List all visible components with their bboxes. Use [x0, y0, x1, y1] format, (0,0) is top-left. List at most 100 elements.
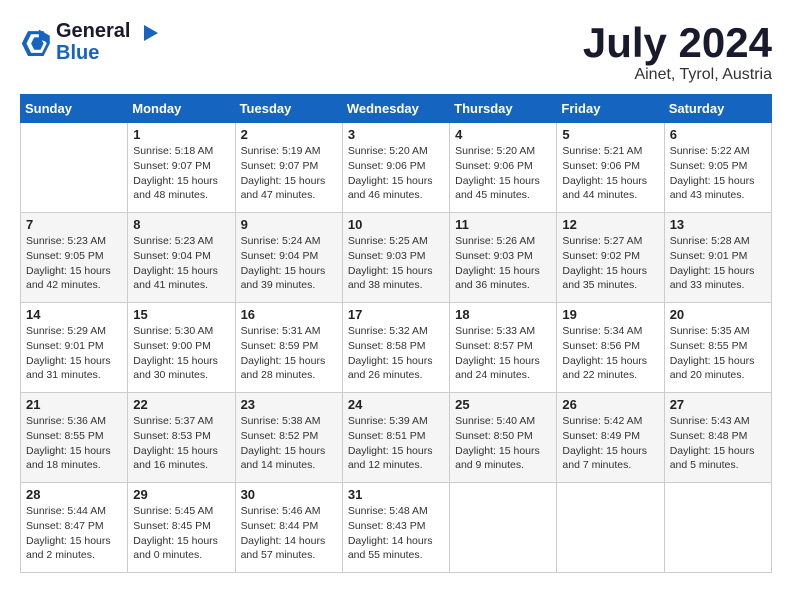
day-info: Sunrise: 5:27 AMSunset: 9:02 PMDaylight:…	[562, 234, 658, 293]
calendar-cell: 1Sunrise: 5:18 AMSunset: 9:07 PMDaylight…	[128, 123, 235, 213]
day-info: Sunrise: 5:45 AMSunset: 8:45 PMDaylight:…	[133, 504, 229, 563]
calendar-cell: 2 Sunrise: 5:19 AMSunset: 9:07 PMDaylight…	[235, 123, 342, 213]
header-friday: Friday	[557, 95, 664, 123]
day-number: 6	[670, 127, 766, 142]
day-info: Sunrise: 5:19 AMSunset: 9:07 PMDaylight:…	[241, 144, 337, 203]
week-row-4: 21 Sunrise: 5:36 AMSunset: 8:55 PMDayligh…	[21, 393, 772, 483]
calendar-cell: 30Sunrise: 5:46 AMSunset: 8:44 PMDayligh…	[235, 483, 342, 573]
header-wednesday: Wednesday	[342, 95, 449, 123]
week-row-5: 28 Sunrise: 5:44 AMSunset: 8:47 PMDayligh…	[21, 483, 772, 573]
week-row-2: 7 Sunrise: 5:23 AMSunset: 9:05 PMDaylight…	[21, 213, 772, 303]
logo-icon	[20, 28, 50, 56]
calendar-cell	[557, 483, 664, 573]
day-info: Sunrise: 5:24 AMSunset: 9:04 PMDaylight:…	[241, 234, 337, 293]
day-number: 22	[133, 397, 229, 412]
calendar-cell: 10Sunrise: 5:25 AMSunset: 9:03 PMDayligh…	[342, 213, 449, 303]
day-info: Sunrise: 5:40 AMSunset: 8:50 PMDaylight:…	[455, 414, 551, 473]
day-number: 18	[455, 307, 551, 322]
day-number: 10	[348, 217, 444, 232]
day-info: Sunrise: 5:22 AMSunset: 9:05 PMDaylight:…	[670, 144, 766, 203]
header-monday: Monday	[128, 95, 235, 123]
week-row-1: 1Sunrise: 5:18 AMSunset: 9:07 PMDaylight…	[21, 123, 772, 213]
calendar-cell: 15 Sunrise: 5:30 AMSunset: 9:00 PMDayligh…	[128, 303, 235, 393]
calendar-cell: 6 Sunrise: 5:22 AMSunset: 9:05 PMDaylight…	[664, 123, 771, 213]
day-info: Sunrise: 5:26 AMSunset: 9:03 PMDaylight:…	[455, 234, 551, 293]
calendar-cell: 11 Sunrise: 5:26 AMSunset: 9:03 PMDayligh…	[450, 213, 557, 303]
logo: General Blue	[20, 20, 158, 64]
week-row-3: 14 Sunrise: 5:29 AMSunset: 9:01 PMDayligh…	[21, 303, 772, 393]
header-thursday: Thursday	[450, 95, 557, 123]
calendar-cell: 22Sunrise: 5:37 AMSunset: 8:53 PMDayligh…	[128, 393, 235, 483]
calendar-cell: 14 Sunrise: 5:29 AMSunset: 9:01 PMDayligh…	[21, 303, 128, 393]
day-info: Sunrise: 5:30 AMSunset: 9:00 PMDaylight:…	[133, 324, 229, 383]
day-number: 28	[26, 487, 122, 502]
title-block: July 2024 Ainet, Tyrol, Austria	[583, 20, 772, 84]
calendar-cell	[21, 123, 128, 213]
day-number: 16	[241, 307, 337, 322]
day-info: Sunrise: 5:21 AMSunset: 9:06 PMDaylight:…	[562, 144, 658, 203]
calendar-header-row: SundayMondayTuesdayWednesdayThursdayFrid…	[21, 95, 772, 123]
calendar-cell: 28 Sunrise: 5:44 AMSunset: 8:47 PMDayligh…	[21, 483, 128, 573]
location-subtitle: Ainet, Tyrol, Austria	[583, 66, 772, 84]
page-header: General Blue July 2024 Ainet, Tyrol, Aus…	[20, 20, 772, 84]
day-info: Sunrise: 5:43 AMSunset: 8:48 PMDaylight:…	[670, 414, 766, 473]
calendar-cell: 4Sunrise: 5:20 AMSunset: 9:06 PMDaylight…	[450, 123, 557, 213]
day-number: 14	[26, 307, 122, 322]
day-info: Sunrise: 5:42 AMSunset: 8:49 PMDaylight:…	[562, 414, 658, 473]
day-info: Sunrise: 5:39 AMSunset: 8:51 PMDaylight:…	[348, 414, 444, 473]
day-number: 2	[241, 127, 337, 142]
day-info: Sunrise: 5:20 AMSunset: 9:06 PMDaylight:…	[455, 144, 551, 203]
day-info: Sunrise: 5:34 AMSunset: 8:56 PMDaylight:…	[562, 324, 658, 383]
day-number: 15	[133, 307, 229, 322]
day-info: Sunrise: 5:29 AMSunset: 9:01 PMDaylight:…	[26, 324, 122, 383]
calendar-cell: 23Sunrise: 5:38 AMSunset: 8:52 PMDayligh…	[235, 393, 342, 483]
day-number: 21	[26, 397, 122, 412]
calendar-cell: 31Sunrise: 5:48 AMSunset: 8:43 PMDayligh…	[342, 483, 449, 573]
day-number: 12	[562, 217, 658, 232]
day-number: 7	[26, 217, 122, 232]
calendar-cell: 12 Sunrise: 5:27 AMSunset: 9:02 PMDayligh…	[557, 213, 664, 303]
day-info: Sunrise: 5:31 AMSunset: 8:59 PMDaylight:…	[241, 324, 337, 383]
month-year-title: July 2024	[583, 20, 772, 66]
calendar-cell: 27 Sunrise: 5:43 AMSunset: 8:48 PMDayligh…	[664, 393, 771, 483]
day-info: Sunrise: 5:20 AMSunset: 9:06 PMDaylight:…	[348, 144, 444, 203]
calendar-cell: 20Sunrise: 5:35 AMSunset: 8:55 PMDayligh…	[664, 303, 771, 393]
day-info: Sunrise: 5:44 AMSunset: 8:47 PMDaylight:…	[26, 504, 122, 563]
day-number: 11	[455, 217, 551, 232]
day-number: 1	[133, 127, 229, 142]
logo-blue: Blue	[56, 42, 158, 64]
day-info: Sunrise: 5:36 AMSunset: 8:55 PMDaylight:…	[26, 414, 122, 473]
day-info: Sunrise: 5:46 AMSunset: 8:44 PMDaylight:…	[241, 504, 337, 563]
calendar-cell: 13 Sunrise: 5:28 AMSunset: 9:01 PMDayligh…	[664, 213, 771, 303]
day-info: Sunrise: 5:28 AMSunset: 9:01 PMDaylight:…	[670, 234, 766, 293]
day-number: 17	[348, 307, 444, 322]
calendar-cell: 7 Sunrise: 5:23 AMSunset: 9:05 PMDaylight…	[21, 213, 128, 303]
calendar-cell: 18Sunrise: 5:33 AMSunset: 8:57 PMDayligh…	[450, 303, 557, 393]
calendar-cell: 9 Sunrise: 5:24 AMSunset: 9:04 PMDaylight…	[235, 213, 342, 303]
day-number: 8	[133, 217, 229, 232]
day-number: 19	[562, 307, 658, 322]
day-number: 23	[241, 397, 337, 412]
day-number: 13	[670, 217, 766, 232]
calendar-cell: 5 Sunrise: 5:21 AMSunset: 9:06 PMDaylight…	[557, 123, 664, 213]
day-number: 9	[241, 217, 337, 232]
day-number: 5	[562, 127, 658, 142]
day-info: Sunrise: 5:23 AMSunset: 9:05 PMDaylight:…	[26, 234, 122, 293]
calendar-cell: 29 Sunrise: 5:45 AMSunset: 8:45 PMDayligh…	[128, 483, 235, 573]
header-tuesday: Tuesday	[235, 95, 342, 123]
day-number: 27	[670, 397, 766, 412]
calendar-cell: 21 Sunrise: 5:36 AMSunset: 8:55 PMDayligh…	[21, 393, 128, 483]
day-info: Sunrise: 5:32 AMSunset: 8:58 PMDaylight:…	[348, 324, 444, 383]
day-number: 29	[133, 487, 229, 502]
logo-name: General	[56, 20, 158, 42]
header-sunday: Sunday	[21, 95, 128, 123]
day-number: 3	[348, 127, 444, 142]
header-saturday: Saturday	[664, 95, 771, 123]
calendar-cell: 19 Sunrise: 5:34 AMSunset: 8:56 PMDayligh…	[557, 303, 664, 393]
calendar-cell: 24 Sunrise: 5:39 AMSunset: 8:51 PMDayligh…	[342, 393, 449, 483]
calendar-cell: 16 Sunrise: 5:31 AMSunset: 8:59 PMDayligh…	[235, 303, 342, 393]
day-number: 24	[348, 397, 444, 412]
calendar-cell	[450, 483, 557, 573]
day-info: Sunrise: 5:35 AMSunset: 8:55 PMDaylight:…	[670, 324, 766, 383]
calendar-cell: 26Sunrise: 5:42 AMSunset: 8:49 PMDayligh…	[557, 393, 664, 483]
